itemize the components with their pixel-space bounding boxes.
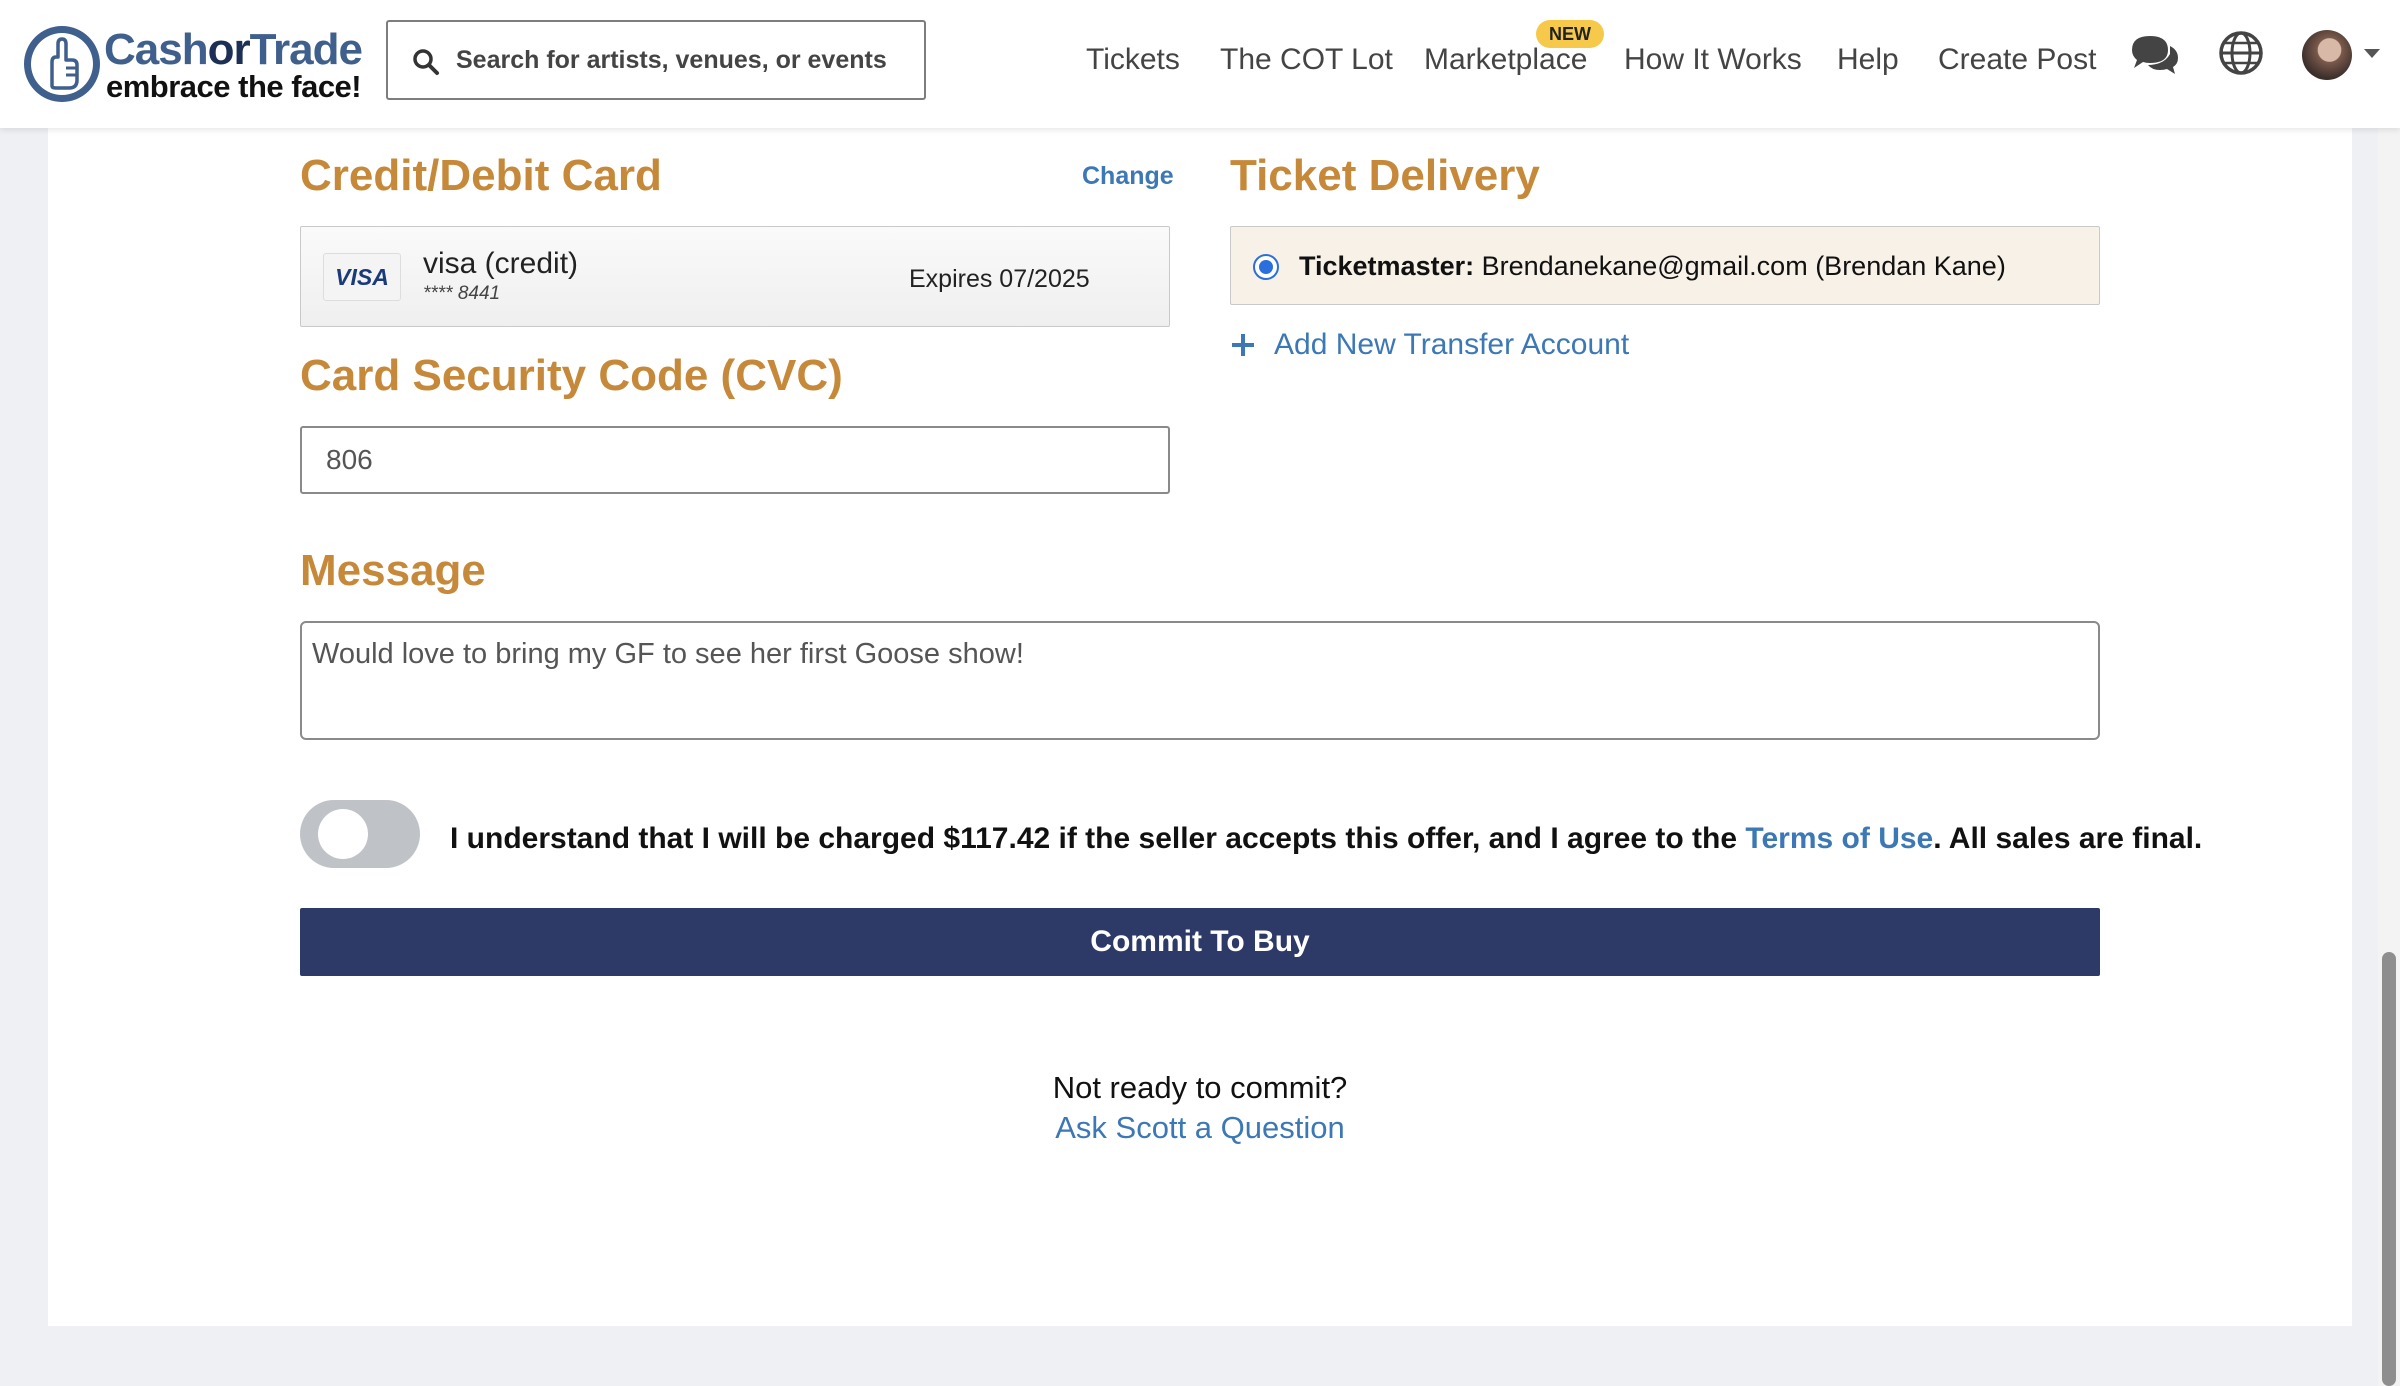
chevron-down-icon[interactable] bbox=[2364, 49, 2380, 58]
commit-to-buy-button[interactable]: Commit To Buy bbox=[300, 908, 2100, 976]
nav-how-it-works[interactable]: How It Works bbox=[1624, 40, 1802, 80]
card-type: visa (credit) bbox=[423, 247, 579, 280]
logo-hand-icon bbox=[24, 26, 100, 102]
visa-card-icon: VISA bbox=[323, 253, 401, 301]
logo-wordmark: CashorTrade bbox=[104, 25, 363, 74]
toggle-knob bbox=[318, 809, 368, 859]
message-textarea[interactable]: Would love to bring my GF to see her fir… bbox=[300, 621, 2100, 740]
top-nav-bar: CashorTrade embrace the face! Tickets Th… bbox=[0, 0, 2400, 128]
delivery-option[interactable]: Ticketmaster: Brendanekane@gmail.com (Br… bbox=[1230, 226, 2100, 305]
delivery-radio[interactable] bbox=[1253, 254, 1279, 280]
add-transfer-label: Add New Transfer Account bbox=[1274, 328, 1630, 361]
scrollbar-thumb[interactable] bbox=[2382, 952, 2396, 1386]
message-section-title: Message bbox=[300, 546, 486, 595]
payment-section-title: Credit/Debit Card bbox=[300, 151, 662, 200]
agree-toggle[interactable] bbox=[300, 800, 420, 868]
card-expiry: Expires 07/2025 bbox=[909, 265, 1090, 293]
delivery-label: Ticketmaster: Brendanekane@gmail.com (Br… bbox=[1299, 251, 2006, 282]
nav-cot-lot[interactable]: The COT Lot bbox=[1220, 40, 1393, 80]
agreement-text: I understand that I will be charged $117… bbox=[450, 822, 2203, 855]
delivery-account: Brendanekane@gmail.com (Brendan Kane) bbox=[1481, 251, 2006, 281]
globe-icon[interactable] bbox=[2218, 30, 2264, 76]
logo-tagline: embrace the face! bbox=[106, 69, 362, 104]
chat-icon[interactable] bbox=[2128, 32, 2180, 76]
cvc-input[interactable] bbox=[300, 426, 1170, 494]
delivery-section-title: Ticket Delivery bbox=[1230, 151, 1540, 200]
terms-of-use-link[interactable]: Terms of Use bbox=[1745, 822, 1933, 855]
plus-icon bbox=[1232, 334, 1254, 356]
ask-question-container: Ask Scott a Question bbox=[0, 1108, 2400, 1148]
card-number: **** 8441 bbox=[423, 283, 501, 304]
new-badge: NEW bbox=[1536, 20, 1604, 48]
not-ready-text: Not ready to commit? bbox=[1052, 1070, 1348, 1105]
delivery-method: Ticketmaster: bbox=[1299, 251, 1475, 281]
nav-help[interactable]: Help bbox=[1837, 40, 1899, 80]
saved-card[interactable]: VISA visa (credit) **** 8441 Expires 07/… bbox=[300, 226, 1170, 327]
change-card-link[interactable]: Change bbox=[1082, 162, 1174, 191]
cvc-section-title: Card Security Code (CVC) bbox=[300, 351, 843, 400]
search-input[interactable] bbox=[456, 22, 916, 98]
avatar[interactable] bbox=[2302, 30, 2352, 80]
cashortrade-logo[interactable]: CashorTrade embrace the face! bbox=[22, 24, 363, 106]
nav-tickets[interactable]: Tickets bbox=[1086, 40, 1180, 80]
nav-create-post[interactable]: Create Post bbox=[1938, 40, 2096, 80]
search-box bbox=[386, 20, 926, 100]
search-icon bbox=[413, 49, 439, 75]
ask-scott-link[interactable]: Ask Scott a Question bbox=[1055, 1110, 1344, 1145]
